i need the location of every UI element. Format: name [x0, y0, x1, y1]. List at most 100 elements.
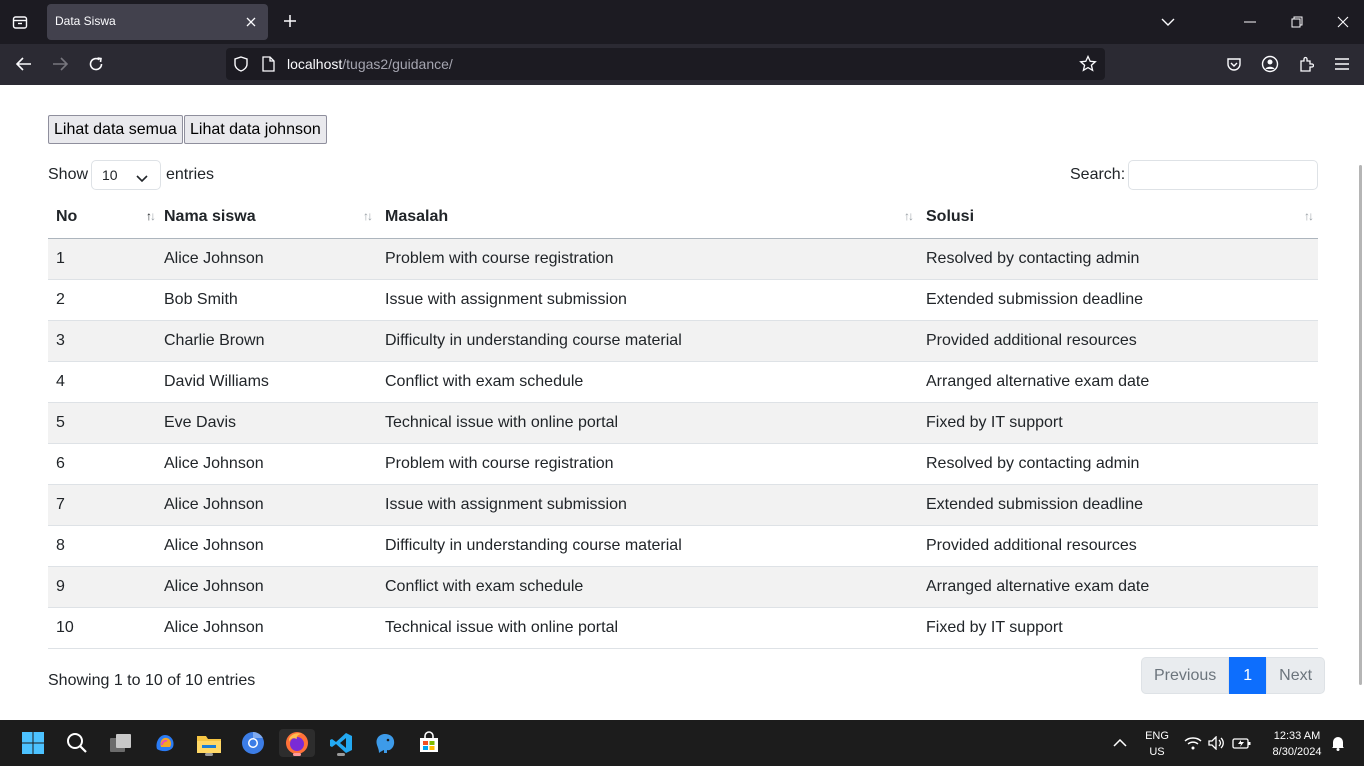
table-row: 4 David Williams Conflict with exam schedu…	[48, 361, 1318, 403]
volume-icon[interactable]	[1206, 729, 1228, 757]
cell-solusi: Extended submission deadline	[918, 279, 1318, 321]
sort-icon: ↑↓	[363, 209, 373, 223]
entries-select[interactable]: 10	[91, 160, 161, 190]
cell-masalah: Technical issue with online portal	[377, 402, 918, 444]
cell-no: 9	[48, 566, 160, 608]
search-label: Search:	[1070, 166, 1126, 183]
account-icon[interactable]	[1258, 52, 1282, 76]
sort-icon: ↑↓	[904, 209, 914, 223]
data-table: No ↑↓ Nama siswa ↑↓ Masalah ↑↓ Solusi ↑↓ 1 Al…	[48, 197, 1318, 649]
windows-taskbar: ENG US 12:33 AM 8/30/2024	[0, 720, 1364, 766]
cell-no: 6	[48, 443, 160, 485]
running-indicator	[205, 753, 213, 756]
list-all-tabs-icon[interactable]	[8, 10, 32, 34]
cell-nama: David Williams	[160, 361, 377, 403]
cell-masalah: Difficulty in understanding course mater…	[377, 320, 918, 362]
cell-solusi: Provided additional resources	[918, 525, 1318, 567]
cell-nama: Alice Johnson	[160, 525, 377, 567]
search-input[interactable]	[1128, 160, 1318, 190]
firefox-icon[interactable]	[279, 729, 315, 757]
forward-icon[interactable]	[48, 52, 72, 76]
browser-nav-bar: localhost/tugas2/guidance/	[0, 44, 1364, 85]
wifi-icon[interactable]	[1182, 729, 1204, 757]
lihat-data-johnson-button[interactable]: Lihat data johnson	[184, 115, 327, 144]
page-1-button[interactable]: 1	[1229, 657, 1267, 694]
previous-page-button[interactable]: Previous	[1141, 657, 1230, 694]
search-icon[interactable]	[63, 729, 91, 757]
cell-nama: Alice Johnson	[160, 238, 377, 280]
table-row: 9 Alice Johnson Conflict with exam schedul…	[48, 566, 1318, 608]
cell-nama: Alice Johnson	[160, 607, 377, 649]
close-tab-icon[interactable]	[242, 13, 260, 31]
cell-masalah: Problem with course registration	[377, 238, 918, 280]
reload-icon[interactable]	[84, 52, 108, 76]
vscode-icon[interactable]	[327, 729, 355, 757]
column-header-no[interactable]: No ↑↓	[48, 197, 160, 239]
cell-no: 3	[48, 320, 160, 362]
browser-tab-bar: Data Siswa	[0, 0, 1364, 44]
cell-no: 1	[48, 238, 160, 280]
tab-data-siswa[interactable]: Data Siswa	[47, 4, 268, 40]
column-header-nama-siswa[interactable]: Nama siswa ↑↓	[160, 197, 377, 239]
column-label: Masalah	[385, 208, 449, 226]
shield-icon[interactable]	[232, 55, 250, 73]
back-icon[interactable]	[12, 52, 36, 76]
cell-nama: Alice Johnson	[160, 443, 377, 485]
cell-no: 4	[48, 361, 160, 403]
cell-nama: Eve Davis	[160, 402, 377, 444]
close-window-icon[interactable]	[1331, 10, 1355, 34]
tab-title: Data Siswa	[55, 14, 116, 28]
table-row: 6 Alice Johnson Problem with course regist…	[48, 443, 1318, 485]
address-bar[interactable]: localhost/tugas2/guidance/	[226, 48, 1105, 80]
language-code: ENG	[1145, 730, 1169, 742]
url-path: /tugas2/guidance/	[342, 56, 453, 72]
column-label: No	[56, 208, 78, 226]
bookmark-star-icon[interactable]	[1079, 55, 1097, 73]
column-header-solusi[interactable]: Solusi ↑↓	[918, 197, 1318, 239]
table-row: 7 Alice Johnson Issue with assignment subm…	[48, 484, 1318, 526]
minimize-icon[interactable]	[1238, 10, 1262, 34]
restore-icon[interactable]	[1285, 10, 1309, 34]
page-scrollbar[interactable]	[1359, 165, 1362, 685]
notification-bell-icon[interactable]	[1330, 729, 1346, 757]
cell-no: 7	[48, 484, 160, 526]
url-text[interactable]: localhost/tugas2/guidance/	[287, 56, 453, 72]
cell-nama: Bob Smith	[160, 279, 377, 321]
next-page-button[interactable]: Next	[1266, 657, 1326, 694]
page-icon[interactable]	[259, 55, 277, 73]
clock[interactable]: 12:33 AM 8/30/2024	[1262, 728, 1332, 760]
lihat-data-semua-button[interactable]: Lihat data semua	[48, 115, 183, 144]
start-windows-icon[interactable]	[19, 729, 47, 757]
microsoft-store-icon[interactable]	[415, 729, 443, 757]
chevron-up-icon[interactable]	[1106, 729, 1134, 757]
running-indicator	[293, 753, 301, 756]
cell-solusi: Resolved by contacting admin	[918, 238, 1318, 280]
copilot-icon[interactable]	[151, 729, 179, 757]
region-code: US	[1149, 746, 1165, 758]
menu-hamburger-icon[interactable]	[1330, 52, 1354, 76]
battery-charging-icon[interactable]	[1230, 729, 1254, 757]
cell-nama: Charlie Brown	[160, 320, 377, 362]
cell-masalah: Technical issue with online portal	[377, 607, 918, 649]
file-explorer-icon[interactable]	[195, 729, 223, 757]
database-elephant-icon[interactable]	[371, 729, 399, 757]
clock-date: 8/30/2024	[1272, 746, 1322, 758]
pocket-icon[interactable]	[1222, 52, 1246, 76]
table-row: 5 Eve Davis Technical issue with online po…	[48, 402, 1318, 444]
cell-masalah: Issue with assignment submission	[377, 484, 918, 526]
cell-masalah: Conflict with exam schedule	[377, 566, 918, 608]
extensions-icon[interactable]	[1294, 52, 1318, 76]
cell-solusi: Extended submission deadline	[918, 484, 1318, 526]
show-label: Show	[48, 166, 89, 183]
task-view-icon[interactable]	[107, 729, 135, 757]
column-header-masalah[interactable]: Masalah ↑↓	[377, 197, 918, 239]
cell-solusi: Arranged alternative exam date	[918, 566, 1318, 608]
new-tab-icon[interactable]	[279, 10, 301, 32]
chrome-canary-icon[interactable]	[239, 729, 267, 757]
chevron-down-icon	[136, 170, 148, 186]
tab-overflow-chevron-icon[interactable]	[1156, 10, 1180, 34]
cell-masalah: Conflict with exam schedule	[377, 361, 918, 403]
url-host: localhost	[287, 56, 343, 72]
language-indicator[interactable]: ENG US	[1142, 728, 1172, 760]
cell-solusi: Resolved by contacting admin	[918, 443, 1318, 485]
